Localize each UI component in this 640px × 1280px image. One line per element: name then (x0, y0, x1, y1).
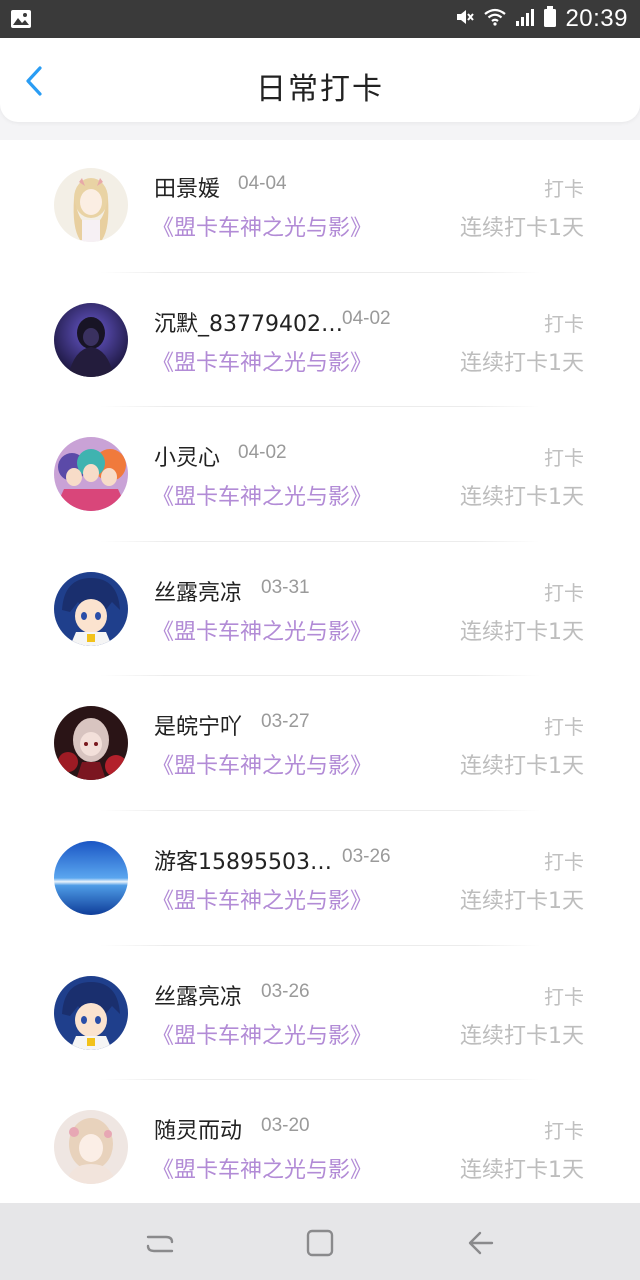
checkin-label: 打卡 (544, 1119, 584, 1144)
home-button[interactable] (302, 1225, 338, 1261)
user-name[interactable]: 丝露亮凉 (154, 575, 242, 607)
book-title[interactable]: 《盟卡车神之光与影》 (152, 345, 372, 377)
avatar[interactable] (54, 1110, 128, 1185)
checkin-label: 打卡 (544, 580, 584, 605)
checkin-date: 04-02 (238, 442, 287, 464)
system-nav-bar (0, 1203, 640, 1280)
battery-icon (543, 6, 557, 32)
avatar[interactable] (54, 437, 128, 512)
streak-label: 连续打卡1天 (460, 350, 584, 376)
checkin-date: 03-20 (261, 1115, 310, 1137)
avatar[interactable] (54, 975, 128, 1050)
list-item[interactable]: 随灵而动 03-20 《盟卡车神之光与影》 打卡 连续打卡1天 (0, 1082, 640, 1203)
book-title[interactable]: 《盟卡车神之光与影》 (152, 479, 372, 511)
list-item[interactable]: 小灵心 04-02 《盟卡车神之光与影》 打卡 连续打卡1天 (0, 409, 640, 544)
user-name[interactable]: 小灵心 (154, 440, 220, 472)
clock-time: 20:39 (565, 5, 628, 32)
avatar[interactable] (54, 706, 128, 781)
app-header: 日常打卡 (0, 38, 640, 122)
checkin-date: 04-04 (238, 173, 287, 194)
streak-label: 连续打卡1天 (460, 216, 584, 241)
checkin-label: 打卡 (544, 849, 584, 874)
streak-label: 连续打卡1天 (460, 1023, 584, 1049)
user-name[interactable]: 游客15895503… (154, 844, 332, 876)
user-name[interactable]: 丝露亮凉 (154, 979, 242, 1011)
checkin-date: 03-27 (261, 711, 310, 733)
streak-label: 连续打卡1天 (460, 888, 584, 914)
checkin-date: 03-31 (261, 576, 310, 598)
book-title[interactable]: 《盟卡车神之光与影》 (152, 1018, 372, 1050)
checkin-label: 打卡 (544, 715, 584, 740)
signal-icon (515, 7, 535, 31)
page-title: 日常打卡 (256, 72, 384, 107)
image-icon (10, 9, 32, 33)
divider (100, 271, 540, 273)
book-title[interactable]: 《盟卡车神之光与影》 (152, 1152, 372, 1184)
checkin-list: 田景媛 04-04 《盟卡车神之光与影》 打卡 连续打卡1天 沉默_837794… (0, 140, 640, 1203)
divider (100, 944, 540, 946)
checkin-label: 打卡 (544, 446, 584, 471)
list-item[interactable]: 丝露亮凉 03-26 《盟卡车神之光与影》 打卡 连续打卡1天 (0, 948, 640, 1083)
user-name[interactable]: 田景媛 (154, 171, 220, 203)
book-title[interactable]: 《盟卡车神之光与影》 (152, 883, 372, 915)
book-title[interactable]: 《盟卡车神之光与影》 (152, 614, 372, 646)
book-title[interactable]: 《盟卡车神之光与影》 (152, 210, 372, 242)
wifi-icon (483, 7, 507, 31)
checkin-date: 03-26 (342, 845, 391, 867)
recent-apps-icon (146, 1235, 174, 1253)
checkin-label: 打卡 (544, 177, 584, 201)
checkin-label: 打卡 (544, 984, 584, 1009)
avatar[interactable] (54, 302, 128, 377)
streak-label: 连续打卡1天 (460, 754, 584, 780)
list-item[interactable]: 丝露亮凉 03-31 《盟卡车神之光与影》 打卡 连续打卡1天 (0, 544, 640, 679)
mute-icon (455, 7, 475, 31)
status-bar: 20:39 (0, 0, 640, 38)
divider (100, 1079, 540, 1081)
list-item[interactable]: 田景媛 04-04 《盟卡车神之光与影》 打卡 连续打卡1天 (0, 140, 640, 275)
list-item[interactable]: 沉默_83779402… 04-02 《盟卡车神之光与影》 打卡 连续打卡1天 (0, 275, 640, 410)
divider (100, 540, 540, 542)
streak-label: 连续打卡1天 (460, 619, 584, 645)
recent-apps-button[interactable] (142, 1225, 178, 1261)
checkin-date: 03-26 (261, 980, 310, 1002)
list-item[interactable]: 是皖宁吖 03-27 《盟卡车神之光与影》 打卡 连续打卡1天 (0, 678, 640, 813)
divider (100, 809, 540, 811)
checkin-date: 04-02 (342, 307, 391, 329)
avatar[interactable] (54, 840, 128, 915)
book-title[interactable]: 《盟卡车神之光与影》 (152, 748, 372, 780)
divider (100, 406, 540, 408)
home-icon (306, 1229, 334, 1257)
divider (100, 675, 540, 677)
user-name[interactable]: 随灵而动 (154, 1113, 242, 1145)
system-back-button[interactable] (462, 1225, 498, 1261)
checkin-label: 打卡 (544, 311, 584, 336)
list-item[interactable]: 游客15895503… 03-26 《盟卡车神之光与影》 打卡 连续打卡1天 (0, 813, 640, 948)
streak-label: 连续打卡1天 (460, 485, 584, 511)
streak-label: 连续打卡1天 (460, 1158, 584, 1184)
avatar[interactable] (54, 571, 128, 646)
user-name[interactable]: 是皖宁吖 (154, 709, 242, 741)
user-name[interactable]: 沉默_83779402… (154, 306, 343, 338)
back-icon (468, 1231, 494, 1255)
avatar[interactable] (54, 168, 128, 242)
